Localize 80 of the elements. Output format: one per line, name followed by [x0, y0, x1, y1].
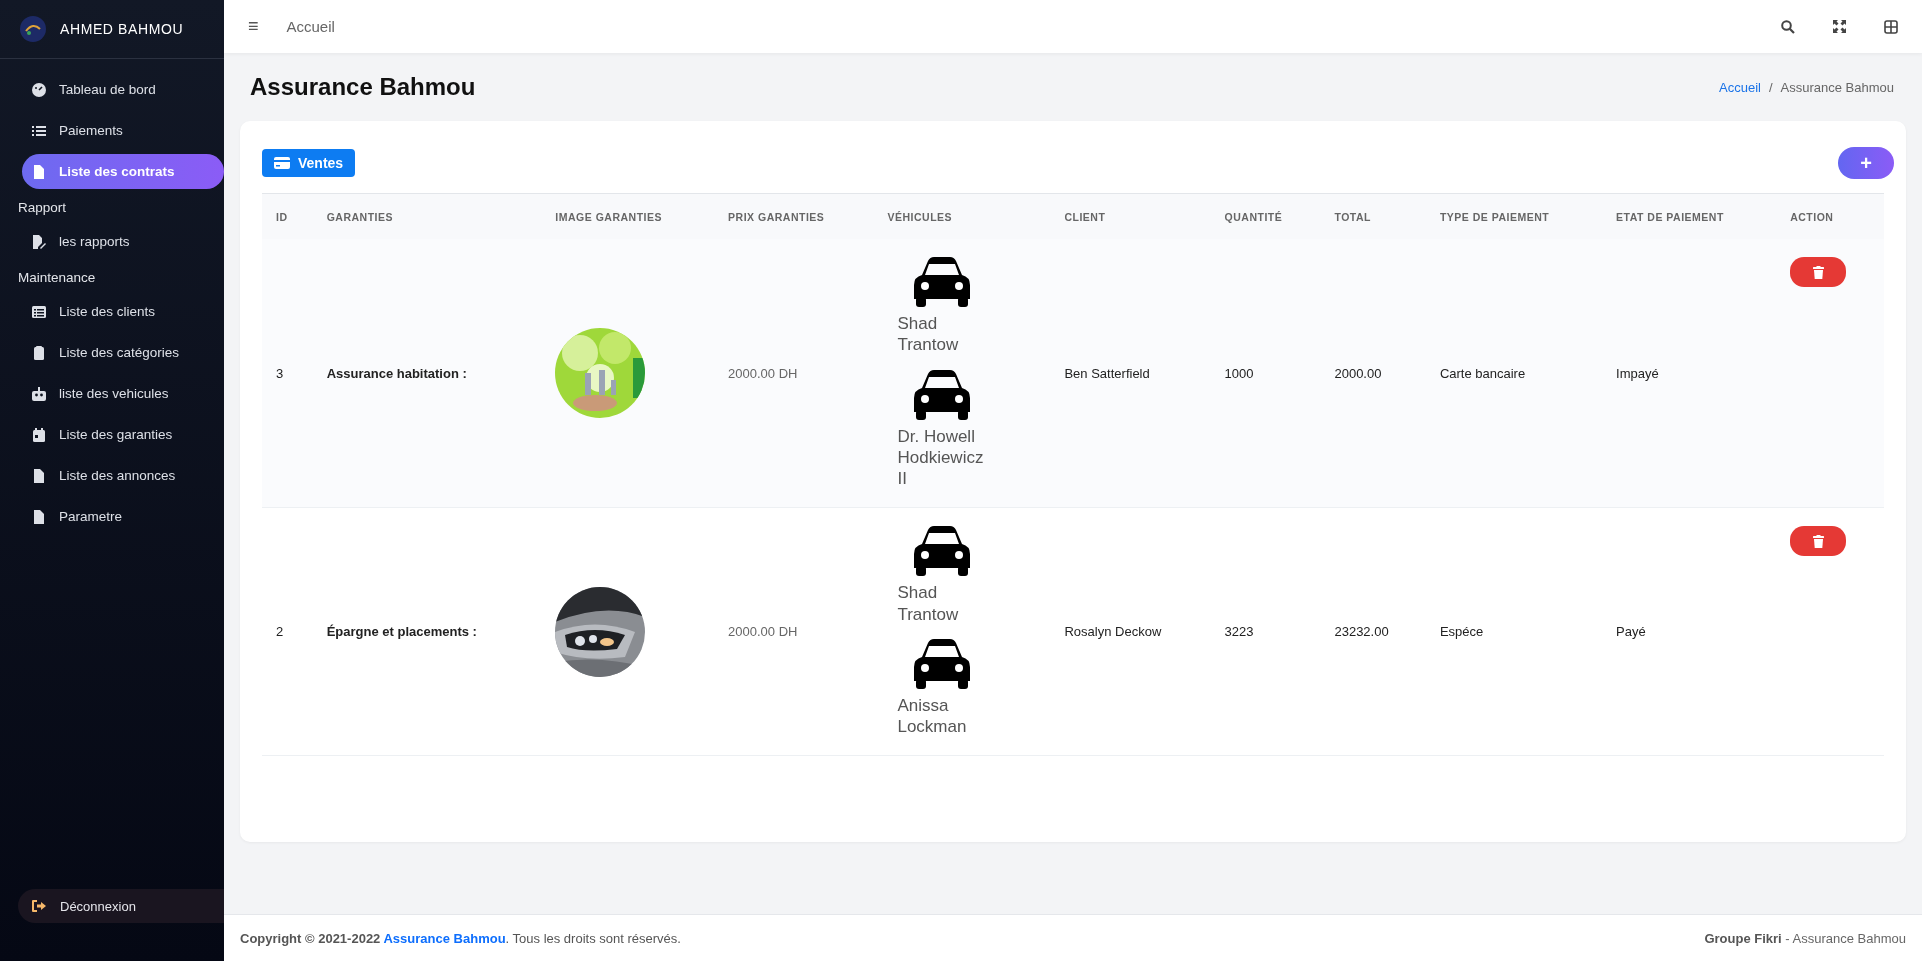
trash-icon [1812, 265, 1824, 279]
table-cell: 3 [276, 365, 284, 381]
credit-text: Groupe Fikri - Assurance Bahmou [1704, 930, 1906, 946]
car-icon [914, 257, 971, 307]
grid-icon[interactable] [1884, 19, 1898, 34]
vehicle-name: Shad Trantow [897, 313, 960, 356]
menu-button[interactable]: ≡ [242, 16, 265, 37]
file-icon [32, 468, 46, 483]
table-cell: 2000.00 [1334, 365, 1382, 381]
copyright-text: Copyright © 2021-2022 Assurance Bahmou. Tous les droits sont réservés. [240, 930, 681, 946]
sidebar-item[interactable]: les rapports [22, 224, 224, 259]
column-header: QUANTITÉ [1224, 210, 1283, 223]
table-cell: 1000 [1224, 365, 1254, 381]
sidebar-item[interactable]: Liste des contrats [22, 154, 224, 189]
card-icon [274, 157, 290, 169]
table-cell: Payé [1616, 624, 1646, 640]
logout-icon [32, 900, 46, 912]
vehicle-name: Dr. Howell Hodkiewicz II [897, 425, 985, 490]
column-header: GARANTIES [326, 210, 393, 223]
table-icon [32, 304, 46, 319]
car-icon [914, 369, 971, 420]
brand-name: AHMED BAHMOU [60, 21, 184, 37]
home-link[interactable]: Accueil [286, 18, 335, 35]
table-cell: Épargne et placements : [326, 624, 477, 640]
file-edit-icon [32, 234, 46, 249]
sidebar-item[interactable]: Liste des garanties [22, 417, 224, 452]
table-cell: Carte bancaire [1439, 365, 1526, 381]
gauge-icon [32, 82, 46, 97]
car-icon [914, 638, 971, 689]
search-icon[interactable] [1781, 19, 1795, 34]
file-icon [32, 164, 46, 179]
breadcrumb-link[interactable]: Accueil [1719, 79, 1761, 95]
table-cell: Impayé [1616, 365, 1659, 381]
column-header: PRIX GARANTIES [728, 210, 825, 223]
trash-icon [1812, 534, 1824, 548]
table-cell: 23232.00 [1334, 624, 1389, 640]
fullscreen-icon[interactable] [1833, 20, 1846, 33]
column-header: ACTION [1790, 210, 1834, 223]
sales-button[interactable]: Ventes [262, 149, 356, 177]
column-header: CLIENT [1064, 210, 1106, 223]
file-icon [32, 509, 46, 524]
list-icon [32, 123, 46, 138]
page-title: Assurance Bahmou [250, 73, 476, 101]
table-cell: Rosalyn Deckow [1064, 624, 1162, 640]
footer-link[interactable]: Assurance Bahmou [383, 930, 506, 946]
sidebar-item[interactable]: Parametre [22, 499, 224, 534]
sidebar-section-title: Rapport [17, 199, 68, 217]
table-cell: Espéce [1439, 624, 1484, 640]
calendar-icon [32, 427, 46, 442]
table-cell: 2000.00 DH [728, 624, 798, 640]
car-icon [914, 526, 971, 577]
column-header: IMAGE GARANTIES [555, 210, 662, 223]
column-header: VÉHICULES [887, 210, 953, 223]
table-cell: Ben Satterfield [1064, 365, 1150, 381]
sidebar-item[interactable]: Liste des clients [22, 294, 224, 329]
vehicle-name: Anissa Lockman [897, 694, 968, 738]
delete-button[interactable] [1790, 257, 1847, 287]
logo-icon [20, 16, 46, 42]
vehicle-name: Shad Trantow [897, 582, 960, 625]
add-button[interactable]: + [1838, 147, 1894, 179]
column-header: TOTAL [1334, 210, 1371, 223]
sidebar-item[interactable]: liste des vehicules [22, 376, 224, 411]
logout-button[interactable]: Déconnexion [18, 889, 224, 923]
table-cell: 2 [276, 624, 284, 640]
clipboard-icon [32, 345, 46, 360]
sidebar-item[interactable]: Liste des catégories [22, 335, 224, 370]
table-cell: 3223 [1224, 624, 1254, 640]
sidebar-item[interactable]: Tableau de bord [22, 72, 224, 107]
breadcrumb-current: Assurance Bahmou [1780, 79, 1894, 95]
sidebar-item[interactable]: Paiements [22, 113, 224, 148]
table-cell: Assurance habitation : [326, 365, 467, 381]
column-header: ETAT DE PAIEMENT [1616, 210, 1724, 223]
delete-button[interactable] [1790, 526, 1847, 557]
robot-icon [32, 386, 46, 401]
sidebar-item[interactable]: Liste des annonces [22, 458, 224, 493]
column-header: ID [276, 210, 288, 223]
sidebar-section-title: Maintenance [17, 269, 97, 287]
table-cell: 2000.00 DH [728, 365, 798, 381]
breadcrumb-separator: / [1768, 79, 1773, 95]
column-header: TYPE DE PAIEMENT [1439, 210, 1550, 223]
